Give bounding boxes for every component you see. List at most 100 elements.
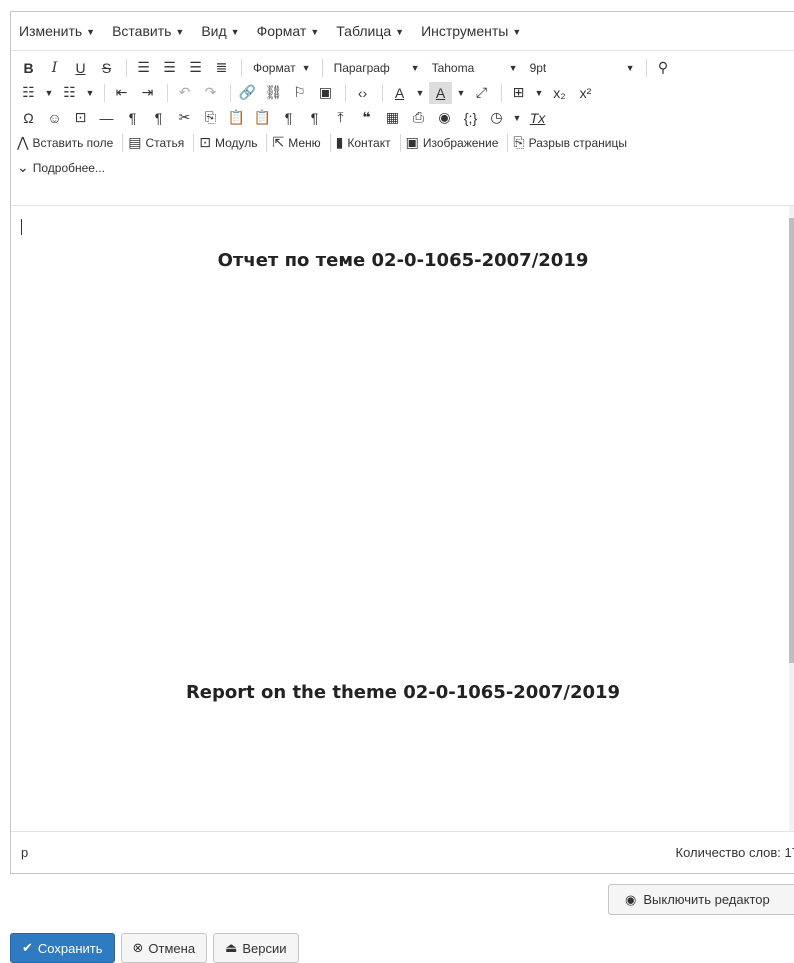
background-color-icon[interactable]: A xyxy=(429,81,452,104)
toolbar-row: B I U S ☰ ☰ ☰ ≣ Формат ▼ Параграф ▼ Tahoma… xyxy=(17,55,794,80)
table-icon[interactable]: ⊞ xyxy=(507,82,530,104)
media-icon[interactable]: ⊡ xyxy=(69,107,92,129)
versions-button[interactable]: ⏏ Версии xyxy=(213,933,299,963)
menu-format[interactable]: Формат ▼ xyxy=(257,23,320,39)
numbered-list-icon[interactable]: ☷ xyxy=(58,82,81,104)
print-icon[interactable]: ⎙ xyxy=(407,107,430,129)
report-title-en: Report on the theme 02-0-1065-2007/2019 xyxy=(185,682,621,703)
unlink-icon[interactable]: ⛓ xyxy=(262,82,285,104)
source-code-icon[interactable]: ‹› xyxy=(351,82,374,104)
visual-chars-icon[interactable]: ¶ xyxy=(277,107,300,129)
menu-edit[interactable]: Изменить ▼ xyxy=(19,23,95,39)
emoticons-icon[interactable]: ☺ xyxy=(43,107,66,129)
clear-formatting-icon[interactable]: Tx xyxy=(526,107,549,129)
paste-text-icon[interactable]: 📋 xyxy=(251,107,274,129)
image-button[interactable]: ▣ Изображение xyxy=(406,134,499,151)
caret-down-icon[interactable]: ▼ xyxy=(455,82,467,104)
separator xyxy=(241,58,242,77)
toolbar-row: Ω ☺ ⊡ — ¶ ¶ ✂ ⎘ 📋 📋 ¶ ¶ ⤒ ❝ ▦ ⎙ ◉ {;} ◷ … xyxy=(17,105,794,130)
caret-down-icon: ▼ xyxy=(410,62,420,73)
article-button[interactable]: ▤ Статья xyxy=(128,134,184,151)
separator xyxy=(193,133,195,152)
bold-icon[interactable]: B xyxy=(17,57,40,79)
cut-icon[interactable]: ✂ xyxy=(173,107,196,129)
caret-down-icon[interactable]: ▼ xyxy=(84,82,96,104)
rich-text-editor: Изменить ▼ Вставить ▼ Вид ▼ Формат ▼ Таблица… xyxy=(10,11,794,874)
anchor-icon[interactable]: ⚐ xyxy=(288,82,311,104)
close-circle-icon: ⊗ xyxy=(132,940,144,955)
indent-icon[interactable]: ⇥ xyxy=(136,82,159,104)
blockquote-icon[interactable]: ❝ xyxy=(355,107,378,129)
separator xyxy=(329,133,331,152)
insert-image-icon[interactable]: ▣ xyxy=(314,82,337,104)
separator xyxy=(345,83,346,102)
format-dropdown[interactable]: Формат ▼ xyxy=(253,61,311,75)
picture-icon: ▣ xyxy=(405,134,419,150)
form-actions: ✔ Сохранить ⊗ Отмена ⏏ Версии xyxy=(10,933,305,963)
field-icon: ⋀ xyxy=(17,134,29,150)
cancel-button[interactable]: ⊗ Отмена xyxy=(120,933,208,963)
align-center-icon[interactable]: ☰ xyxy=(158,57,181,79)
menubar: Изменить ▼ Вставить ▼ Вид ▼ Формат ▼ Таблица… xyxy=(11,12,794,51)
caret-down-icon[interactable]: ▼ xyxy=(533,82,545,104)
more-button[interactable]: ⌄ Подробнее... xyxy=(17,159,105,176)
caret-down-icon: ▼ xyxy=(512,27,522,37)
underline-icon[interactable]: U xyxy=(69,57,92,79)
template-icon[interactable]: ▦ xyxy=(381,107,404,129)
editor-content[interactable]: Отчет по теме 02-0-1065-2007/2019 Report… xyxy=(11,206,794,831)
menu-button[interactable]: ⇱ Меню xyxy=(272,134,320,151)
block-format-dropdown[interactable]: Параграф ▼ xyxy=(334,61,420,75)
text-color-icon[interactable]: A xyxy=(388,82,411,104)
italic-icon[interactable]: I xyxy=(43,57,66,79)
scrollbar-thumb[interactable] xyxy=(789,218,794,663)
separator xyxy=(167,83,168,102)
caret-down-icon[interactable]: ▼ xyxy=(511,107,523,129)
outdent-icon[interactable]: ⇤ xyxy=(110,82,133,104)
fullscreen-icon[interactable]: ⤢ xyxy=(470,82,493,104)
align-justify-icon[interactable]: ≣ xyxy=(210,57,233,79)
find-replace-icon[interactable]: ⚲ xyxy=(652,57,675,79)
special-char-icon[interactable]: Ω xyxy=(17,107,40,129)
undo-icon[interactable]: ↶ xyxy=(173,82,196,104)
preview-icon[interactable]: ◉ xyxy=(433,107,456,129)
horizontal-rule-icon[interactable]: — xyxy=(95,107,118,129)
text-cursor xyxy=(21,219,22,235)
ltr-icon[interactable]: ¶ xyxy=(121,107,144,129)
separator xyxy=(399,133,401,152)
font-family-dropdown[interactable]: Tahoma ▼ xyxy=(432,61,518,75)
redo-icon[interactable]: ↷ xyxy=(199,82,222,104)
insert-datetime-icon[interactable]: ◷ xyxy=(485,107,508,129)
strikethrough-icon[interactable]: S xyxy=(95,57,118,79)
insert-field-button[interactable]: ⋀ Вставить поле xyxy=(17,134,113,151)
code-sample-icon[interactable]: {;} xyxy=(459,107,482,129)
versions-icon: ⏏ xyxy=(225,940,238,955)
paste-icon[interactable]: 📋 xyxy=(225,107,248,129)
share-icon: ⇱ xyxy=(272,134,285,150)
menu-tools[interactable]: Инструменты ▼ xyxy=(421,23,521,39)
rtl-icon[interactable]: ¶ xyxy=(147,107,170,129)
visual-blocks-icon[interactable]: ¶ xyxy=(303,107,326,129)
page-break-button[interactable]: ⎘ Разрыв страницы xyxy=(513,134,627,151)
menu-table[interactable]: Таблица ▼ xyxy=(336,23,404,39)
separator xyxy=(126,58,127,77)
caret-down-icon[interactable]: ▼ xyxy=(43,82,55,104)
superscript-icon[interactable]: x² xyxy=(574,82,597,104)
menu-view[interactable]: Вид ▼ xyxy=(201,23,239,39)
align-left-icon[interactable]: ☰ xyxy=(132,57,155,79)
element-path[interactable]: p xyxy=(21,845,28,860)
link-icon[interactable]: 🔗 xyxy=(236,82,259,104)
toggle-editor-button[interactable]: ◉ Выключить редактор xyxy=(608,884,794,915)
vertical-scrollbar[interactable] xyxy=(789,206,794,831)
align-right-icon[interactable]: ☰ xyxy=(184,57,207,79)
caret-down-icon[interactable]: ▼ xyxy=(414,82,426,104)
menu-insert[interactable]: Вставить ▼ xyxy=(112,23,184,39)
subscript-icon[interactable]: x₂ xyxy=(548,82,571,104)
contact-button[interactable]: ▮ Контакт xyxy=(336,134,391,151)
upload-icon[interactable]: ⤒ xyxy=(329,107,352,129)
bullet-list-icon[interactable]: ☷ xyxy=(17,82,40,104)
save-button[interactable]: ✔ Сохранить xyxy=(10,933,115,963)
address-book-icon: ▮ xyxy=(335,134,344,150)
copy-icon[interactable]: ⎘ xyxy=(199,107,222,129)
font-size-dropdown[interactable]: 9pt ▼ xyxy=(530,61,635,75)
module-button[interactable]: ⊡ Модуль xyxy=(199,134,257,151)
